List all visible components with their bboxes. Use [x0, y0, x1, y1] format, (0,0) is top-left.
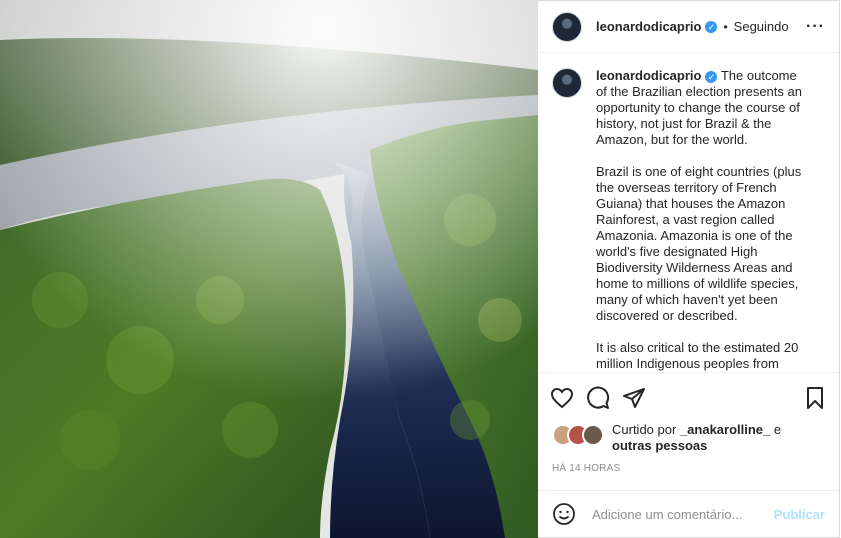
amazon-river-photo: [0, 0, 538, 538]
heart-icon[interactable]: [550, 386, 574, 410]
caption-username[interactable]: leonardodicaprio: [596, 68, 701, 83]
post-header: leonardodicaprio ✓ • Seguindo ···: [538, 1, 839, 53]
comment-input[interactable]: [590, 505, 774, 523]
bookmark-icon[interactable]: [803, 386, 827, 410]
likes-conjunction: e: [773, 422, 782, 437]
author-username[interactable]: leonardodicaprio: [596, 19, 701, 34]
post-timestamp[interactable]: HÁ 14 HORAS: [552, 463, 620, 474]
check-badge-icon: ✓: [705, 70, 718, 83]
post-photo[interactable]: [0, 0, 538, 538]
post-side-panel: leonardodicaprio ✓ • Seguindo ··· leonar…: [538, 0, 840, 538]
caption-avatar[interactable]: [552, 68, 582, 98]
likes-summary: Curtido por _anakarolline_ e outras pess…: [552, 422, 825, 460]
check-badge-icon: ✓: [705, 20, 718, 33]
caption-paragraph: It is also critical to the estimated 20 …: [596, 340, 799, 371]
caption-paragraph: Brazil is one of eight countries (plus t…: [596, 164, 805, 323]
comment-box: Publicar: [538, 490, 839, 537]
liker-username[interactable]: _anakarolline_: [680, 422, 770, 437]
smiley-icon[interactable]: [552, 502, 576, 526]
publish-button[interactable]: Publicar: [774, 507, 825, 522]
caption-area: leonardodicaprio ✓ The outcome of the Bra…: [538, 54, 839, 372]
likes-others-link[interactable]: outras pessoas: [612, 438, 707, 453]
share-icon[interactable]: [622, 386, 646, 410]
liker-avatars[interactable]: [552, 424, 604, 446]
likes-prefix: Curtido por: [612, 422, 677, 437]
caption-text: leonardodicaprio ✓ The outcome of the Bra…: [596, 68, 806, 372]
avatar[interactable]: [552, 11, 582, 42]
likes-text: Curtido por _anakarolline_ e outras pess…: [612, 422, 781, 454]
comment-icon[interactable]: [586, 386, 610, 410]
separator-dot: •: [723, 19, 728, 34]
more-options-icon[interactable]: ···: [806, 18, 825, 36]
liker-avatar: [582, 424, 604, 446]
following-button[interactable]: Seguindo: [734, 19, 789, 34]
action-bar: [538, 372, 839, 422]
